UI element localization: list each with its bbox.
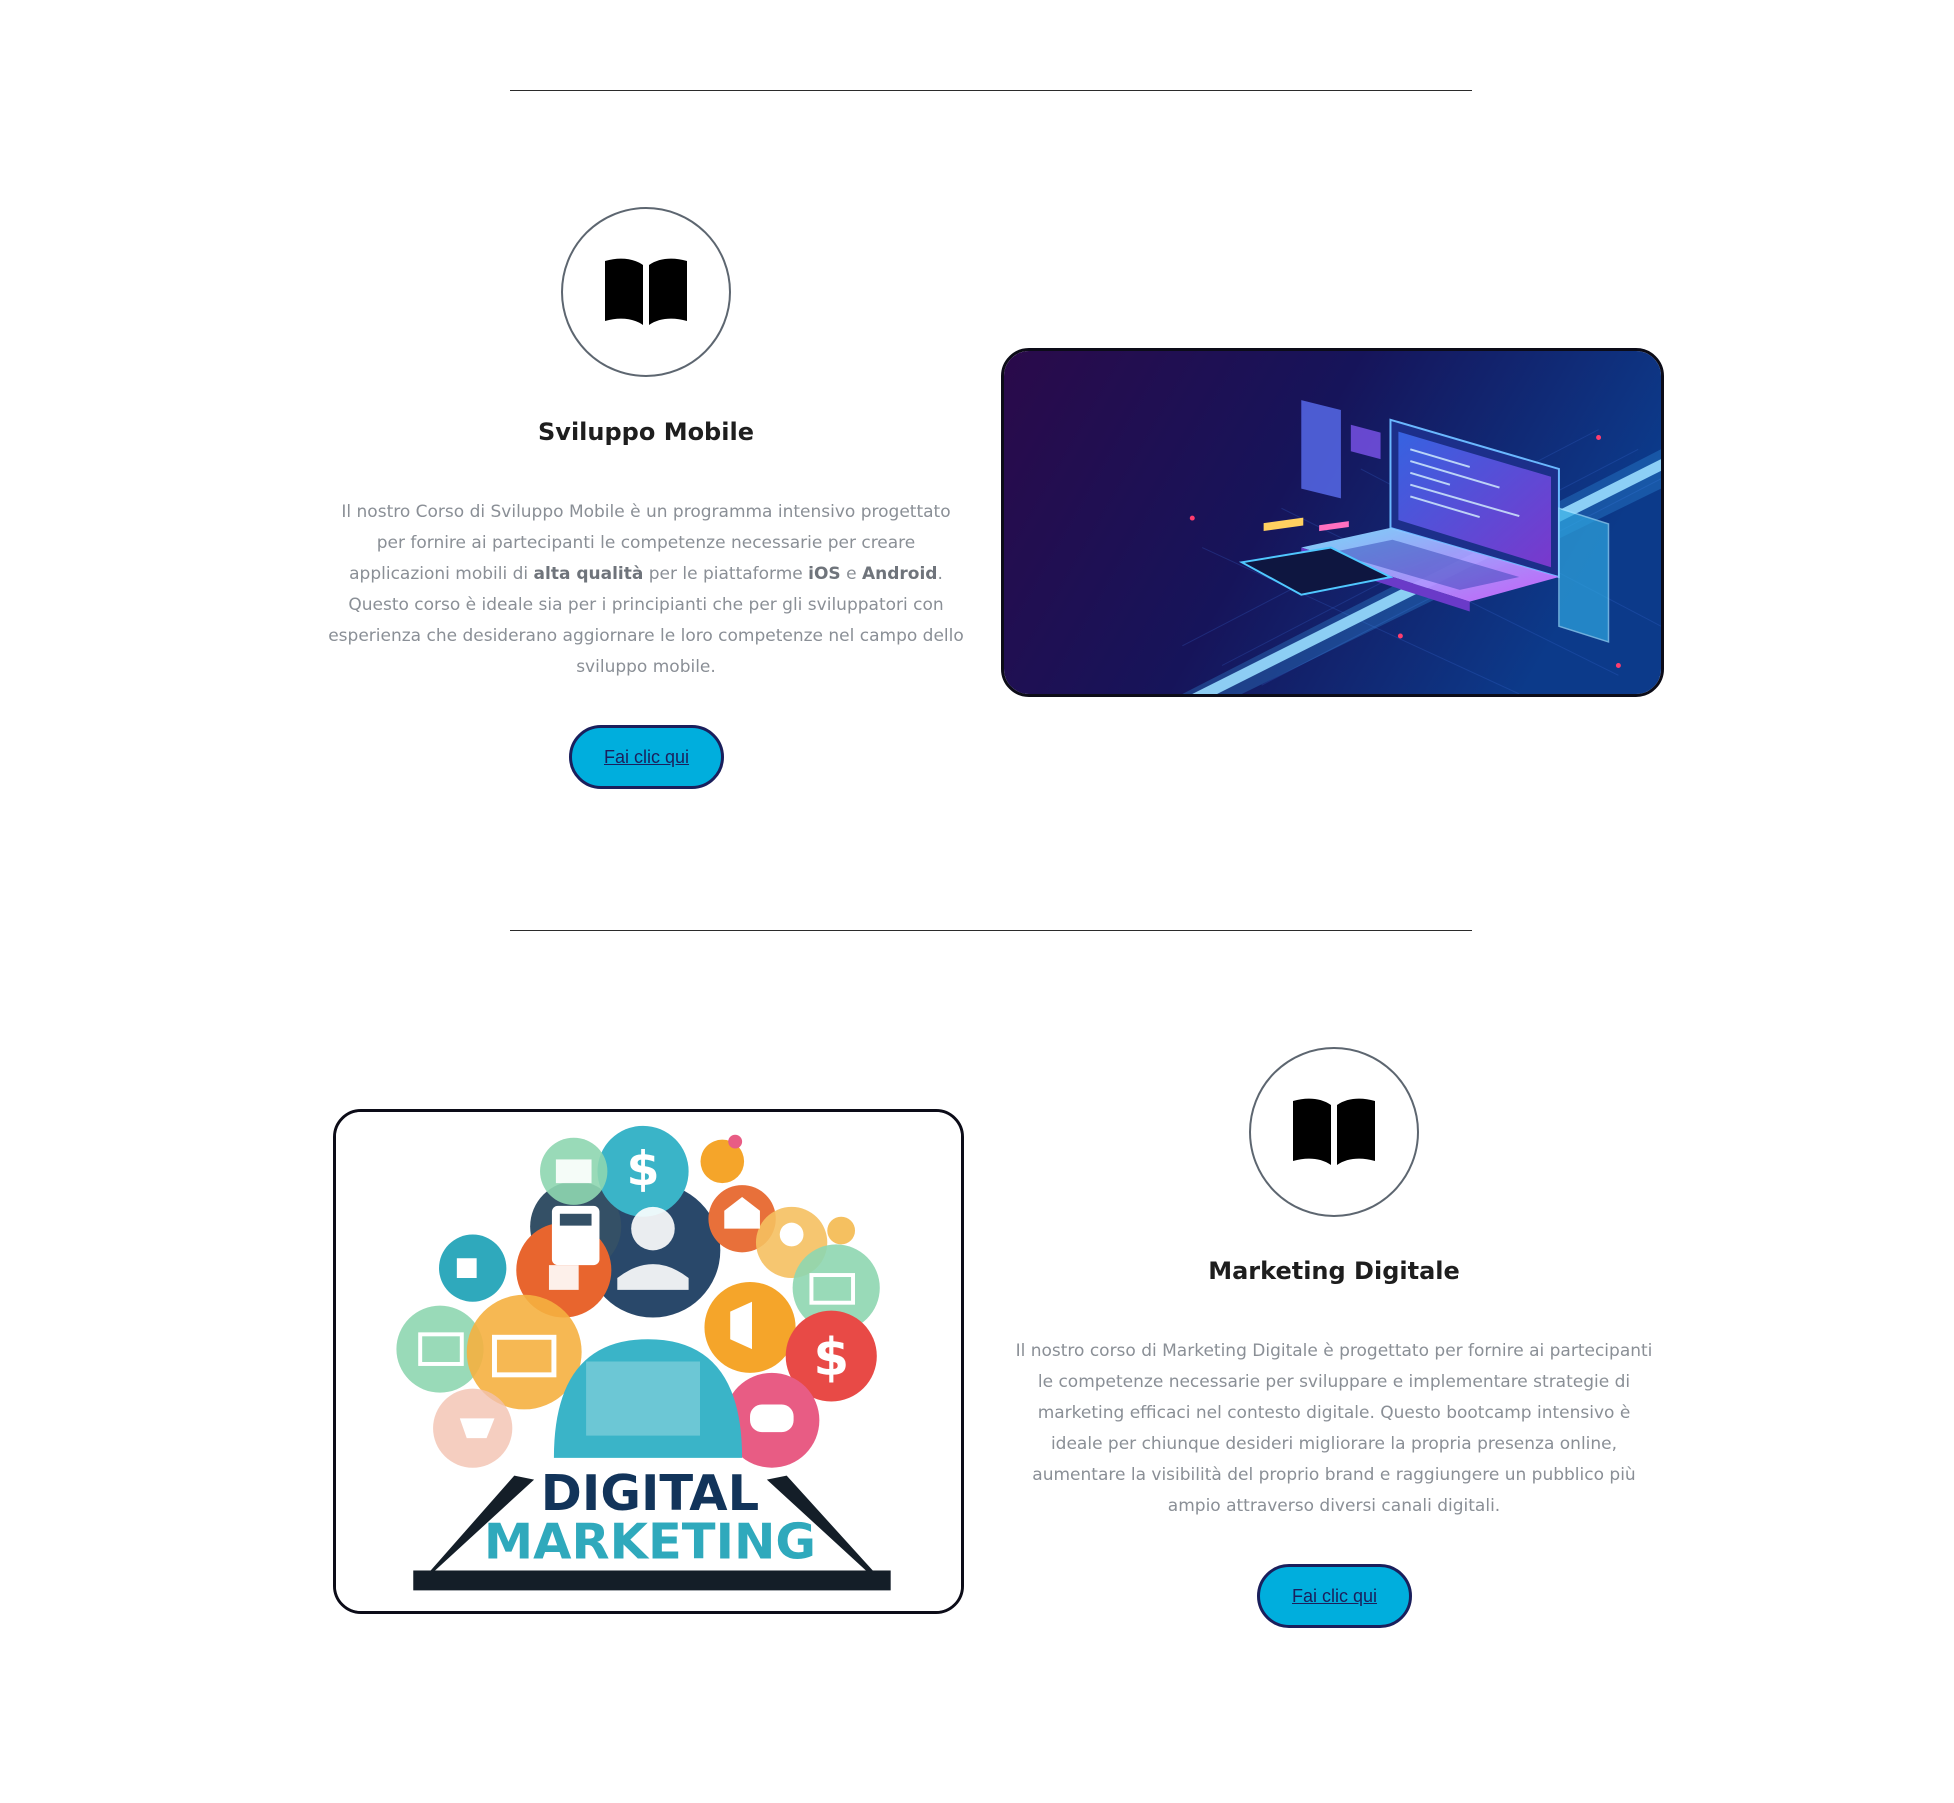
course-image-mobile — [1001, 348, 1664, 697]
cta-button[interactable]: Fai clic qui — [569, 725, 724, 789]
section-divider — [510, 90, 1472, 91]
course-image-marketing: $ $ DIGITAL MARKETING — [333, 1109, 964, 1614]
description-bold: alta qualità — [533, 564, 644, 584]
course-title: Marketing Digitale — [1208, 1257, 1460, 1285]
isometric-laptop-illustration — [1004, 351, 1661, 694]
description-text: per le piattaforme — [643, 564, 809, 584]
description-bold: Android — [861, 564, 938, 584]
open-book-icon — [605, 258, 687, 325]
svg-text:$: $ — [813, 1328, 849, 1388]
image-text-marketing: MARKETING — [484, 1513, 816, 1571]
cta-button[interactable]: Fai clic qui — [1257, 1564, 1412, 1628]
svg-text:$: $ — [627, 1142, 660, 1197]
digital-marketing-illustration: $ $ DIGITAL MARKETING — [336, 1112, 961, 1611]
course-title: Sviluppo Mobile — [538, 418, 754, 446]
icon-circle — [1249, 1047, 1419, 1217]
course-description: Il nostro corso di Marketing Digitale è … — [1015, 1341, 1653, 1516]
icon-circle — [561, 207, 731, 377]
section-divider — [510, 930, 1472, 931]
description-bold: iOS — [808, 564, 841, 584]
open-book-icon — [1293, 1098, 1375, 1165]
description-text: e — [840, 564, 862, 584]
course-description: Il nostro Corso di Sviluppo Mobile è un … — [326, 497, 966, 683]
